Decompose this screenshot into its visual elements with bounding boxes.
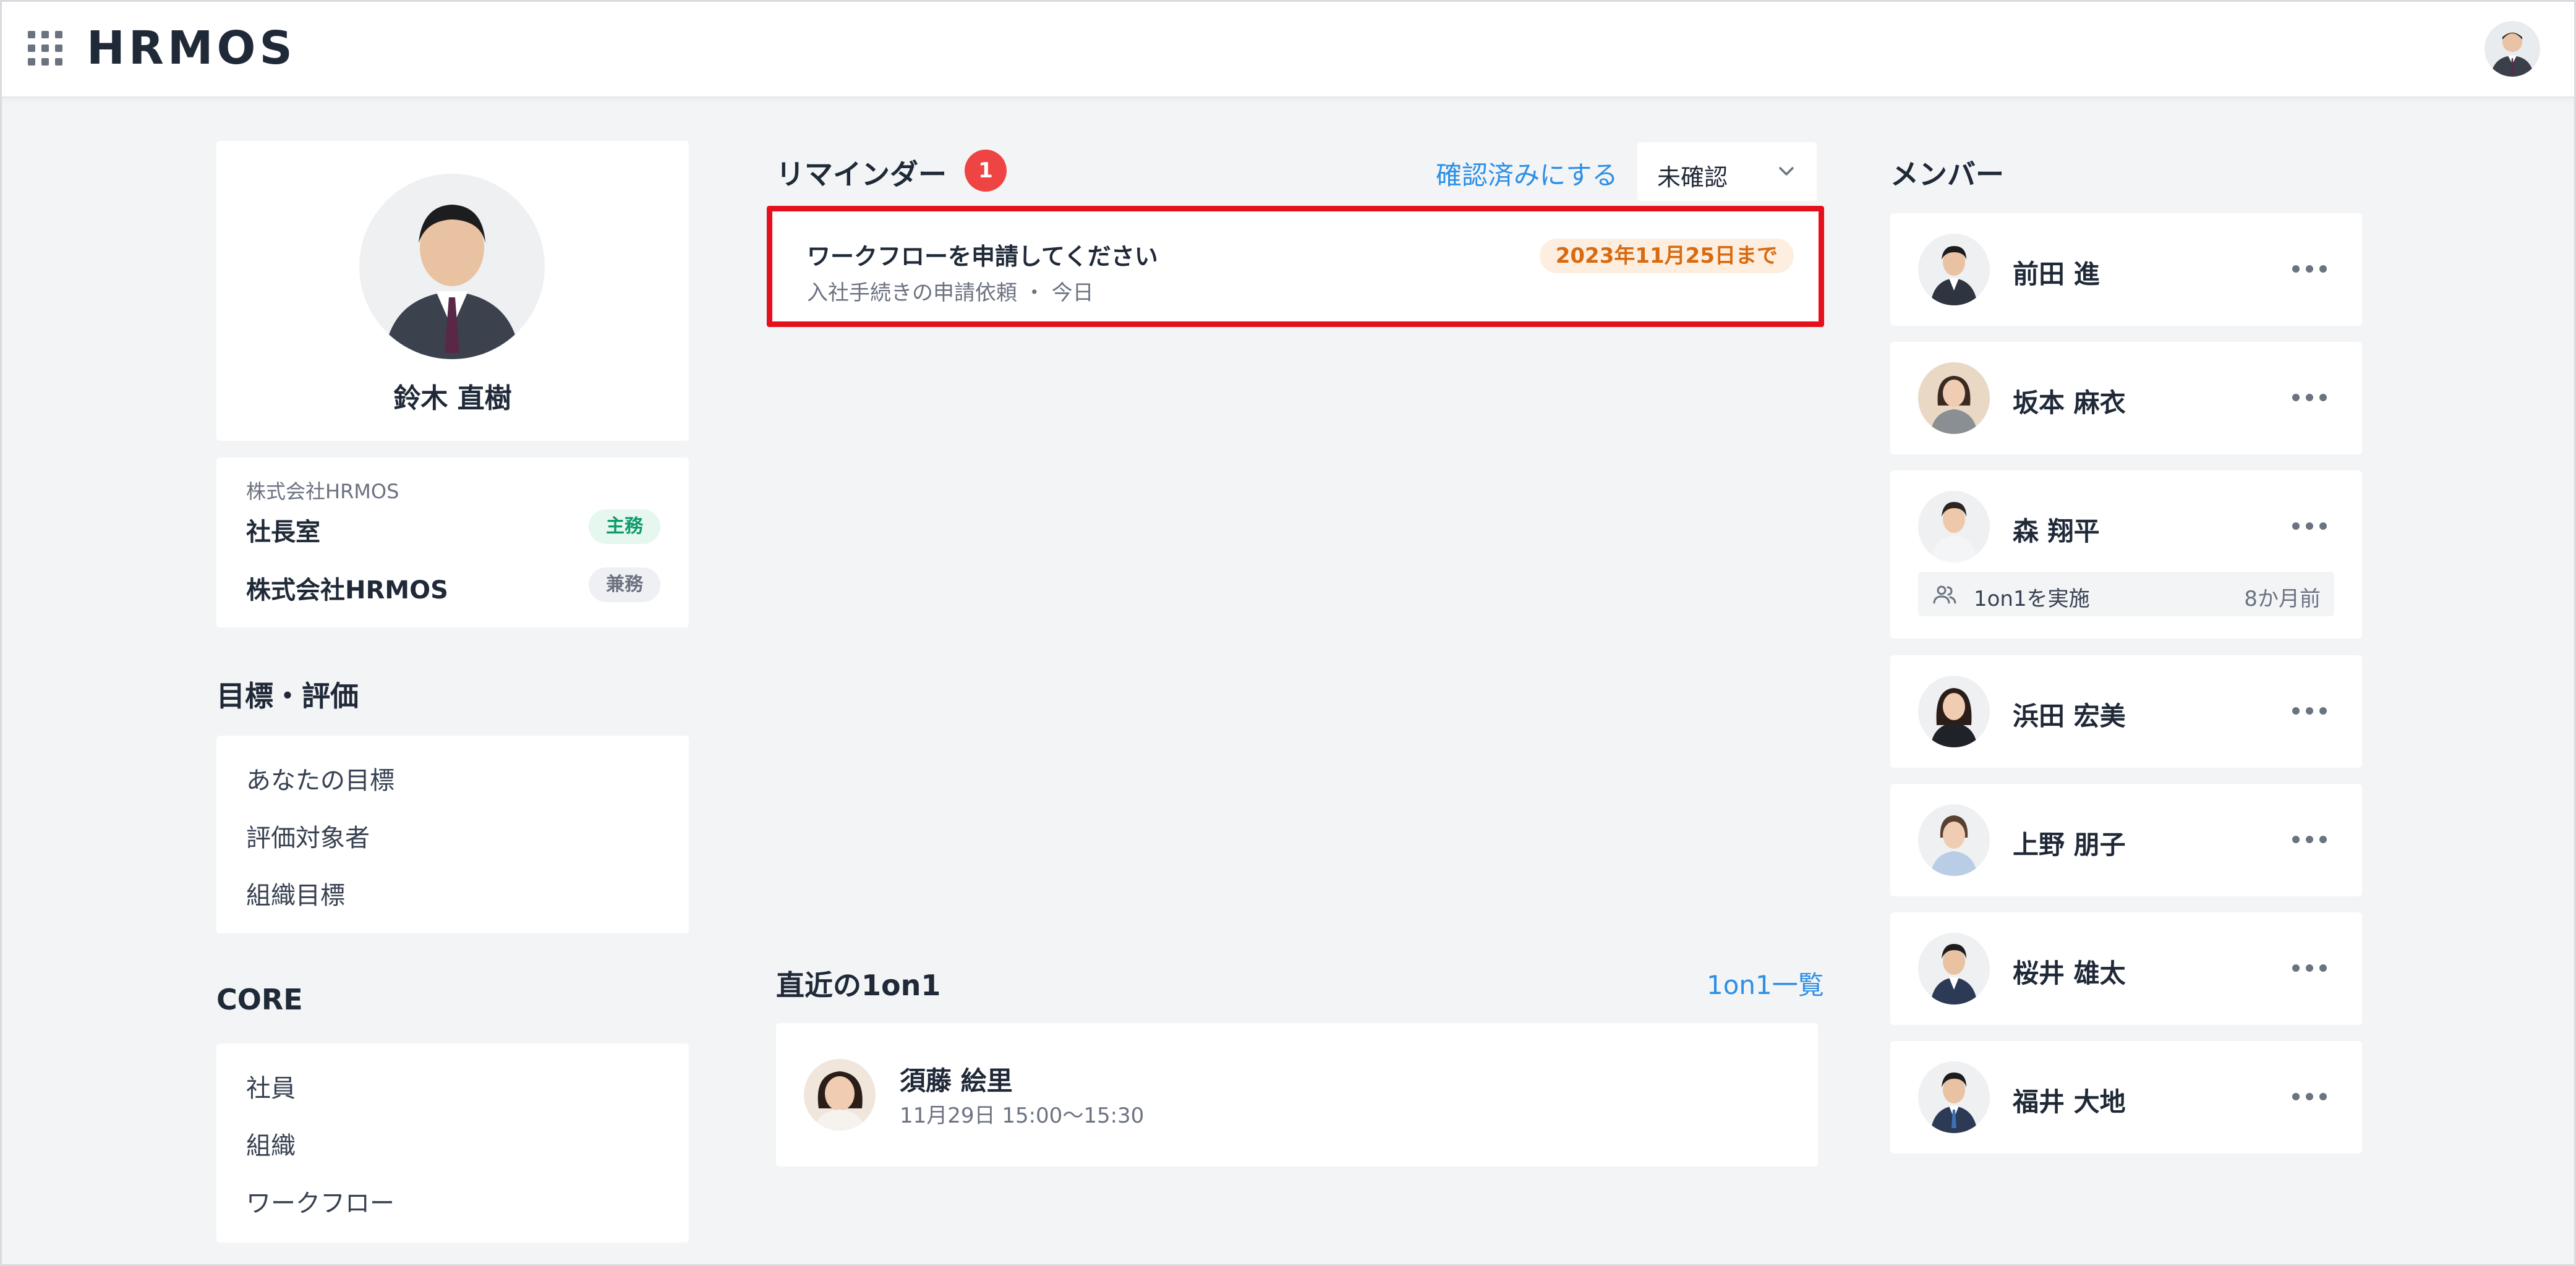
hrmos-logo[interactable]: HRMOS	[87, 23, 296, 73]
goals-section-title: 目標・評価	[216, 679, 359, 713]
affiliation-row[interactable]: 社長室 主務	[246, 508, 660, 546]
menu-item-my-goals[interactable]: あなたの目標	[246, 760, 395, 796]
chevron-down-icon	[1779, 167, 1794, 176]
1on1-list-link[interactable]: 1on1一覧	[1707, 964, 1824, 1002]
member-activity[interactable]: 1on1を実施 8か月前	[1918, 572, 2334, 616]
people-icon	[1933, 585, 1956, 604]
company-name: 株式会社HRMOS	[246, 480, 399, 503]
avatar	[1918, 676, 1990, 747]
member-card[interactable]: 森 翔平 1on1を実施 8か月前	[1890, 470, 2362, 639]
more-options-icon[interactable]	[2292, 394, 2327, 402]
affiliation-label: 株式会社HRMOS	[246, 576, 448, 605]
member-name: 桜井 雄太	[2013, 958, 2126, 988]
avatar	[1918, 804, 1990, 876]
member-card[interactable]: 坂本 麻衣	[1890, 342, 2362, 454]
more-options-icon[interactable]	[2292, 1093, 2327, 1102]
member-card[interactable]: 浜田 宏美	[1890, 655, 2362, 768]
mark-as-read-link[interactable]: 確認済みにする	[1436, 155, 1618, 192]
profile-name: 鈴木 直樹	[393, 383, 512, 414]
activity-text: 1on1を実施	[1974, 587, 2090, 611]
reminder-title: ワークフローを申請してください	[807, 243, 1158, 270]
status-filter-value: 未確認	[1657, 164, 1728, 191]
avatar	[1918, 933, 1990, 1005]
reminder-count-badge: 1	[965, 150, 1007, 192]
more-options-icon[interactable]	[2292, 522, 2327, 531]
status-filter-select[interactable]: 未確認	[1637, 142, 1817, 201]
member-card[interactable]: 福井 大地	[1890, 1041, 2362, 1153]
1on1-partner-name: 須藤 絵里	[900, 1066, 1013, 1096]
member-card[interactable]: 前田 進	[1890, 213, 2362, 326]
more-options-icon[interactable]	[2292, 707, 2327, 716]
member-name: 浜田 宏美	[2013, 701, 2126, 731]
goals-menu: あなたの目標 評価対象者 組織目標	[216, 736, 689, 933]
reminders-title: リマインダー	[776, 158, 947, 191]
member-name: 福井 大地	[2013, 1087, 2126, 1117]
member-name: 坂本 麻衣	[2013, 388, 2126, 418]
core-menu: 社員 組織 ワークフロー	[216, 1043, 689, 1243]
member-name: 上野 朋子	[2013, 830, 2126, 860]
profile-photo	[359, 174, 545, 359]
reminder-item[interactable]: ワークフローを申請してください 入社手続きの申請依頼 ・ 今日 2023年11月…	[767, 206, 1824, 327]
top-bar: HRMOS	[0, 0, 2576, 98]
member-name: 森 翔平	[2013, 516, 2100, 546]
menu-item-org-goals[interactable]: 組織目標	[246, 875, 345, 911]
members-title: メンバー	[1890, 158, 2004, 191]
affiliation-row[interactable]: 株式会社HRMOS 兼務	[246, 566, 660, 605]
avatar	[1918, 491, 1990, 563]
avatar	[804, 1059, 876, 1131]
avatar	[1918, 1061, 1990, 1133]
organization-card: 株式会社HRMOS 社長室 主務 株式会社HRMOS 兼務	[216, 457, 689, 627]
menu-item-employees[interactable]: 社員	[246, 1068, 296, 1104]
menu-item-workflow[interactable]: ワークフロー	[246, 1183, 395, 1219]
menu-item-evaluation-targets[interactable]: 評価対象者	[246, 818, 370, 854]
member-card[interactable]: 桜井 雄太	[1890, 912, 2362, 1025]
more-options-icon[interactable]	[2292, 265, 2327, 274]
1on1-time: 11月29日 15:00〜15:30	[900, 1103, 1145, 1128]
reminder-subtitle: 入社手続きの申請依頼 ・ 今日	[807, 281, 1094, 305]
recent-1on1-title: 直近の1on1	[776, 969, 941, 1002]
apps-grid-icon[interactable]	[28, 31, 62, 66]
primary-badge: 主務	[589, 509, 660, 544]
activity-time: 8か月前	[2244, 587, 2321, 611]
member-name: 前田 進	[2013, 259, 2100, 289]
member-card[interactable]: 上野 朋子	[1890, 784, 2362, 896]
core-section-title: CORE	[216, 983, 303, 1016]
avatar	[1918, 234, 1990, 305]
menu-item-organization[interactable]: 組織	[246, 1126, 296, 1162]
profile-card[interactable]: 鈴木 直樹	[216, 141, 689, 441]
1on1-item[interactable]: 須藤 絵里 11月29日 15:00〜15:30	[776, 1023, 1818, 1166]
more-options-icon[interactable]	[2292, 964, 2327, 973]
avatar	[1918, 362, 1990, 434]
due-date-badge: 2023年11月25日まで	[1539, 239, 1794, 273]
secondary-badge: 兼務	[589, 567, 660, 602]
user-avatar[interactable]	[2484, 21, 2540, 77]
more-options-icon[interactable]	[2292, 836, 2327, 844]
affiliation-label: 社長室	[246, 518, 320, 546]
